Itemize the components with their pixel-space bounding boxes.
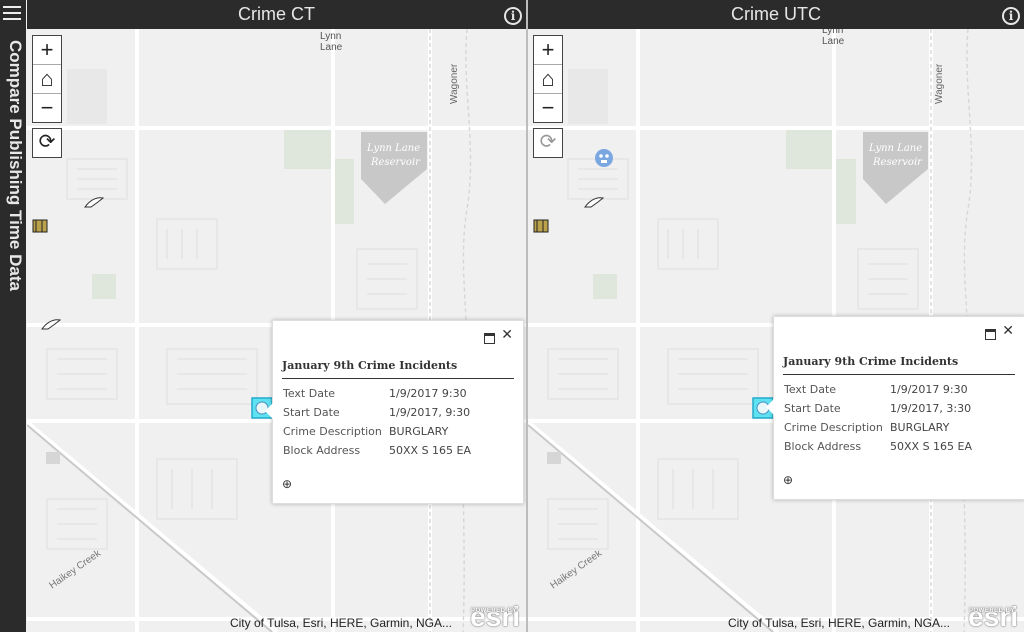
- app-title: Compare Publishing Time Data: [6, 40, 25, 291]
- popup-title: January 9th Crime Incidents: [783, 355, 1015, 375]
- map-attribution: City of Tulsa, Esri, HERE, Garmin, NGA..…: [727, 616, 950, 630]
- popup-pointer: [265, 403, 273, 419]
- info-icon[interactable]: i: [1002, 7, 1020, 25]
- maximize-icon[interactable]: [484, 333, 495, 344]
- map-label-lynn-lane: Lynn Lane: [320, 31, 343, 53]
- pane-title: Crime CT: [238, 4, 315, 24]
- map-pane-crime-utc: Crime UTC i Lynn Lane Lynn Lane Reservoi…: [528, 0, 1024, 632]
- maximize-icon[interactable]: [985, 329, 996, 340]
- table-row: Block Address 50XX S 165 EA: [282, 441, 473, 460]
- refresh-button[interactable]: ⟳: [533, 128, 563, 158]
- table-row: Start Date 1/9/2017, 3:30: [783, 399, 974, 418]
- crime-marker-theft-icon[interactable]: [32, 219, 48, 233]
- urban-area: [568, 69, 608, 124]
- park-area: [92, 274, 116, 299]
- urban-area: [67, 69, 107, 124]
- zoom-to-icon[interactable]: ⊕: [282, 477, 523, 491]
- popup-pointer: [766, 399, 774, 415]
- crime-marker-assault-icon[interactable]: [595, 149, 613, 167]
- home-button[interactable]: ⌂: [534, 65, 562, 94]
- park-area: [334, 159, 354, 224]
- sidebar: Compare Publishing Time Data: [0, 0, 26, 632]
- popup-attributes: Text Date 1/9/2017 9:30 Start Date 1/9/201…: [282, 384, 473, 460]
- attr-value: 1/9/2017, 9:30: [389, 406, 471, 419]
- attr-key: Block Address: [784, 440, 862, 453]
- attr-value: 1/9/2017 9:30: [890, 383, 968, 396]
- attr-key: Text Date: [784, 383, 837, 396]
- park-area: [786, 129, 836, 169]
- zoom-in-button[interactable]: +: [534, 36, 562, 65]
- map-label-wagoner: Wagoner: [449, 63, 460, 104]
- park-area: [836, 159, 856, 224]
- home-button[interactable]: ⌂: [33, 65, 61, 94]
- attr-value: BURGLARY: [890, 421, 950, 434]
- table-row: Start Date 1/9/2017, 9:30: [282, 403, 473, 422]
- attr-key: Text Date: [283, 387, 336, 400]
- table-row: Block Address 50XX S 165 EA: [783, 437, 974, 456]
- attr-key: Start Date: [283, 406, 340, 419]
- table-row: Text Date 1/9/2017 9:30: [783, 380, 974, 399]
- zoom-controls: + ⌂ −: [533, 35, 563, 123]
- attr-key: Block Address: [283, 444, 361, 457]
- zoom-in-button[interactable]: +: [33, 36, 61, 65]
- popup: ✕ January 9th Crime Incidents Text Date 1…: [766, 316, 1024, 500]
- table-row: Crime Description BURGLARY: [783, 418, 974, 437]
- table-row: Crime Description BURGLARY: [282, 422, 473, 441]
- attr-value: 50XX S 165 EA: [890, 440, 973, 453]
- pane-header: Crime CT i: [27, 0, 526, 29]
- zoom-to-icon[interactable]: ⊕: [783, 473, 1024, 487]
- building-shape: [46, 452, 60, 464]
- attr-value: 1/9/2017 9:30: [389, 387, 467, 400]
- close-icon[interactable]: ✕: [501, 327, 513, 343]
- attr-key: Crime Description: [784, 421, 883, 434]
- popup-attributes: Text Date 1/9/2017 9:30 Start Date 1/9/201…: [783, 380, 974, 456]
- park-area: [284, 129, 334, 169]
- attr-key: Crime Description: [283, 425, 382, 438]
- popup-title: January 9th Crime Incidents: [282, 359, 514, 379]
- crime-marker-theft-icon[interactable]: [533, 219, 549, 233]
- table-row: Text Date 1/9/2017 9:30: [282, 384, 473, 403]
- attr-value: 50XX S 165 EA: [389, 444, 472, 457]
- popup: ✕ January 9th Crime Incidents Text Date 1…: [265, 320, 524, 504]
- esri-logo: POWERED BY esri: [470, 601, 520, 632]
- pane-header: Crime UTC i: [528, 0, 1024, 29]
- attr-value: 1/9/2017, 3:30: [890, 402, 972, 415]
- map-pane-crime-ct: Crime CT i Lynn Lane Lynn Lane Reservoir…: [27, 0, 526, 632]
- zoom-out-button[interactable]: −: [33, 94, 61, 122]
- attr-value: BURGLARY: [389, 425, 449, 438]
- pane-title: Crime UTC: [731, 4, 821, 24]
- zoom-out-button[interactable]: −: [534, 94, 562, 122]
- attr-key: Start Date: [784, 402, 841, 415]
- building-shape: [547, 452, 561, 464]
- close-icon[interactable]: ✕: [1002, 323, 1014, 339]
- info-icon[interactable]: i: [504, 7, 522, 25]
- hamburger-icon[interactable]: [3, 6, 21, 20]
- zoom-controls: + ⌂ −: [32, 35, 62, 123]
- map-attribution: City of Tulsa, Esri, HERE, Garmin, NGA..…: [229, 616, 452, 630]
- park-area: [593, 274, 617, 299]
- map-label-lynn-lane: Lynn Lane: [822, 29, 845, 47]
- map-label-wagoner: Wagoner: [934, 63, 945, 104]
- esri-logo: POWERED BY esri: [968, 601, 1018, 632]
- refresh-button[interactable]: ⟳: [32, 128, 62, 158]
